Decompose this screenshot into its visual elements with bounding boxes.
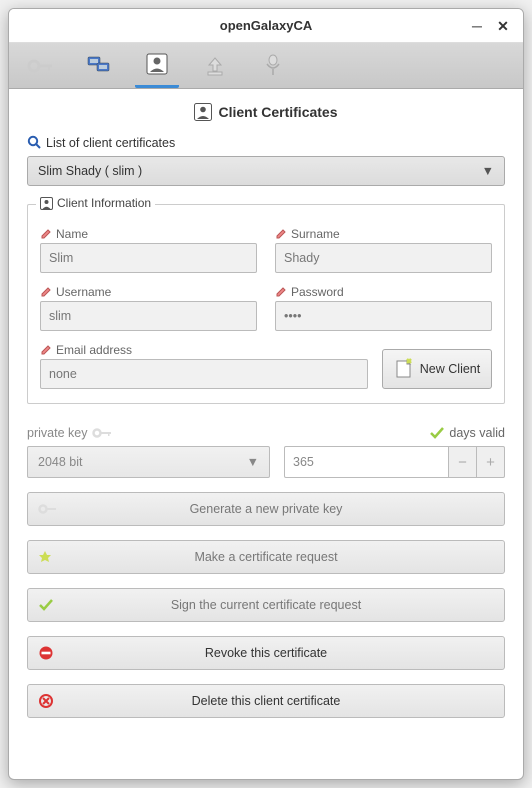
key-days-labels: private key days valid	[27, 426, 505, 440]
username-field[interactable]: slim	[40, 301, 257, 331]
edit-icon	[40, 344, 52, 356]
password-field[interactable]: ••••	[275, 301, 492, 331]
client-info-fieldset: Client Information Name Slim Surname Sha…	[27, 204, 505, 404]
minimize-button[interactable]: ─	[463, 9, 491, 43]
client-icon	[40, 197, 53, 210]
private-key-label: private key	[27, 426, 87, 440]
list-label: List of client certificates	[27, 135, 505, 150]
client-icon	[194, 103, 212, 121]
surname-field[interactable]: Shady	[275, 243, 492, 273]
sign-request-button[interactable]: Sign the current certificate request	[27, 588, 505, 622]
edit-icon	[40, 228, 52, 240]
new-client-button[interactable]: New Client	[382, 349, 492, 389]
check-icon	[429, 426, 445, 440]
client-select-value: Slim Shady ( slim )	[38, 164, 142, 178]
titlebar: openGalaxyCA ─ ✕	[9, 9, 523, 43]
client-icon	[146, 53, 168, 75]
email-field[interactable]: none	[40, 359, 368, 389]
toolbar-upload-button[interactable]	[193, 44, 237, 88]
days-valid-stepper: 365 − +	[284, 446, 505, 478]
mic-icon	[264, 54, 282, 78]
delete-icon	[38, 693, 54, 709]
chevron-down-icon: ▼	[482, 164, 494, 178]
name-label: Name	[40, 227, 257, 241]
edit-icon	[275, 228, 287, 240]
close-button[interactable]: ✕	[489, 9, 517, 43]
check-icon	[38, 598, 54, 612]
toolbar	[9, 43, 523, 89]
search-icon	[27, 135, 42, 150]
content-area: Client Certificates List of client certi…	[9, 89, 523, 779]
username-label: Username	[40, 285, 257, 299]
edit-icon	[275, 286, 287, 298]
stepper-plus[interactable]: +	[477, 446, 505, 478]
key-icon	[27, 57, 55, 75]
key-size-select[interactable]: 2048 bit ▼	[27, 446, 270, 478]
key-icon	[92, 427, 114, 439]
days-valid-label: days valid	[449, 426, 505, 440]
servers-icon	[85, 55, 113, 77]
toolbar-key-button[interactable]	[19, 44, 63, 88]
stepper-minus[interactable]: −	[449, 446, 477, 478]
fieldset-legend: Client Information	[36, 196, 155, 210]
toolbar-clients-button[interactable]	[135, 44, 179, 88]
forbidden-icon	[38, 645, 54, 661]
make-request-button[interactable]: Make a certificate request	[27, 540, 505, 574]
days-valid-input[interactable]: 365	[284, 446, 449, 478]
email-label: Email address	[40, 343, 368, 357]
client-select[interactable]: Slim Shady ( slim ) ▼	[27, 156, 505, 186]
password-label: Password	[275, 285, 492, 299]
generate-key-button[interactable]: Generate a new private key	[27, 492, 505, 526]
page-heading: Client Certificates	[27, 103, 505, 121]
revoke-button[interactable]: Revoke this certificate	[27, 636, 505, 670]
chevron-down-icon: ▼	[247, 455, 259, 469]
document-icon	[394, 358, 414, 380]
window-title: openGalaxyCA	[220, 18, 312, 33]
upload-icon	[204, 55, 226, 77]
name-field[interactable]: Slim	[40, 243, 257, 273]
toolbar-servers-button[interactable]	[77, 44, 121, 88]
app-window: openGalaxyCA ─ ✕ Client Certificates Lis…	[8, 8, 524, 780]
delete-button[interactable]: Delete this client certificate	[27, 684, 505, 718]
surname-label: Surname	[275, 227, 492, 241]
toolbar-mic-button[interactable]	[251, 44, 295, 88]
star-icon	[38, 550, 52, 564]
key-icon	[38, 503, 58, 515]
edit-icon	[40, 286, 52, 298]
